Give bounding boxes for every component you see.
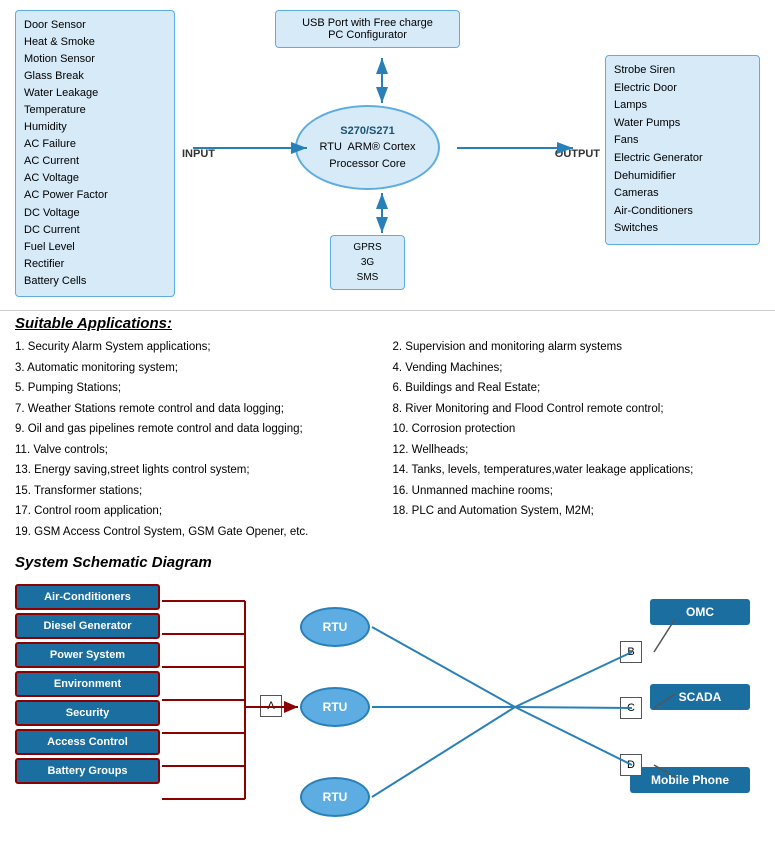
output-item: Electric Generator bbox=[614, 150, 751, 168]
output-item: Air-Conditioners bbox=[614, 203, 751, 221]
schematic-left-box: Diesel Generator bbox=[15, 613, 160, 639]
left-boxes-group: Air-Conditioners Diesel Generator Power Sy… bbox=[15, 584, 160, 784]
app-item: 1. Security Alarm System applications; bbox=[15, 338, 383, 358]
rtu-top: RTU bbox=[300, 607, 370, 647]
app-item: 9. Oil and gas pipelines remote control … bbox=[15, 420, 383, 440]
input-item: Water Leakage bbox=[24, 85, 166, 102]
input-item: AC Power Factor bbox=[24, 187, 166, 204]
top-block-diagram: Door SensorHeat & SmokeMotion SensorGlas… bbox=[0, 0, 775, 310]
app-item: 5. Pumping Stations; bbox=[15, 379, 383, 399]
input-item: AC Failure bbox=[24, 136, 166, 153]
input-item: Humidity bbox=[24, 119, 166, 136]
usb-label: USB Port with Free chargePC Configurator bbox=[302, 17, 433, 41]
comm-box: GPRS3GSMS bbox=[330, 235, 405, 290]
app-item: 4. Vending Machines; bbox=[393, 359, 761, 379]
output-box: Strobe SirenElectric DoorLampsWater Pump… bbox=[605, 55, 760, 245]
output-item: Fans bbox=[614, 132, 751, 150]
input-item: Door Sensor bbox=[24, 17, 166, 34]
app-item: 14. Tanks, levels, temperatures,water le… bbox=[393, 461, 761, 481]
schematic-heading: System Schematic Diagram bbox=[15, 554, 760, 571]
app-item: 19. GSM Access Control System, GSM Gate … bbox=[15, 523, 383, 543]
schematic-left-box: Power System bbox=[15, 642, 160, 668]
rtu-top-label: RTU bbox=[323, 620, 348, 634]
rtu-title: S270/S271 bbox=[340, 123, 394, 140]
output-label: OUTPUT bbox=[555, 148, 600, 160]
box-a: A bbox=[260, 695, 282, 717]
scada-box: SCADA bbox=[650, 684, 750, 710]
mobile-box: Mobile Phone bbox=[630, 767, 750, 793]
comm-item: 3G bbox=[337, 255, 398, 270]
rtu-middle: RTU bbox=[300, 687, 370, 727]
input-item: Glass Break bbox=[24, 68, 166, 85]
app-item: 3. Automatic monitoring system; bbox=[15, 359, 383, 379]
app-item: 12. Wellheads; bbox=[393, 441, 761, 461]
rtu-bottom-label: RTU bbox=[323, 790, 348, 804]
usb-box: USB Port with Free chargePC Configurator bbox=[275, 10, 460, 48]
schematic-diagram: Air-Conditioners Diesel Generator Power Sy… bbox=[15, 579, 760, 844]
app-item: 2. Supervision and monitoring alarm syst… bbox=[393, 338, 761, 358]
output-item: Electric Door bbox=[614, 80, 751, 98]
box-b: B bbox=[620, 641, 642, 663]
app-item: 10. Corrosion protection bbox=[393, 420, 761, 440]
input-item: AC Current bbox=[24, 153, 166, 170]
app-item: 7. Weather Stations remote control and d… bbox=[15, 400, 383, 420]
output-item: Lamps bbox=[614, 97, 751, 115]
input-item: Battery Cells bbox=[24, 273, 166, 290]
schematic-left-box: Security bbox=[15, 700, 160, 726]
input-item: DC Current bbox=[24, 222, 166, 239]
applications-grid: 1. Security Alarm System applications; 2.… bbox=[15, 338, 760, 542]
app-item: 6. Buildings and Real Estate; bbox=[393, 379, 761, 399]
input-item: DC Voltage bbox=[24, 205, 166, 222]
input-item: Fuel Level bbox=[24, 239, 166, 256]
output-item: Dehumidifier bbox=[614, 168, 751, 186]
comm-item: SMS bbox=[337, 270, 398, 285]
app-item: 8. River Monitoring and Flood Control re… bbox=[393, 400, 761, 420]
rtu-bottom: RTU bbox=[300, 777, 370, 817]
app-item: 17. Control room application; bbox=[15, 502, 383, 522]
box-d: D bbox=[620, 754, 642, 776]
input-item: Temperature bbox=[24, 102, 166, 119]
rtu-subtitle: RTU ARM® CortexProcessor Core bbox=[320, 139, 416, 172]
app-item: 13. Energy saving,street lights control … bbox=[15, 461, 383, 481]
app-item: 11. Valve controls; bbox=[15, 441, 383, 461]
app-item: 16. Unmanned machine rooms; bbox=[393, 482, 761, 502]
input-item: AC Voltage bbox=[24, 170, 166, 187]
rtu-ellipse: S270/S271 RTU ARM® CortexProcessor Core bbox=[295, 105, 440, 190]
output-item: Water Pumps bbox=[614, 115, 751, 133]
comm-item: GPRS bbox=[337, 240, 398, 255]
applications-section: Suitable Applications: 1. Security Alarm… bbox=[0, 310, 775, 548]
input-item: Motion Sensor bbox=[24, 51, 166, 68]
box-c: C bbox=[620, 697, 642, 719]
input-label: INPUT bbox=[182, 148, 215, 160]
output-item: Cameras bbox=[614, 185, 751, 203]
schematic-left-box: Environment bbox=[15, 671, 160, 697]
applications-heading: Suitable Applications: bbox=[15, 315, 760, 332]
input-item: Rectifier bbox=[24, 256, 166, 273]
rtu-middle-label: RTU bbox=[323, 700, 348, 714]
output-item: Strobe Siren bbox=[614, 62, 751, 80]
input-box: Door SensorHeat & SmokeMotion SensorGlas… bbox=[15, 10, 175, 297]
app-item: 15. Transformer stations; bbox=[15, 482, 383, 502]
schematic-left-box: Battery Groups bbox=[15, 758, 160, 784]
app-item: 18. PLC and Automation System, M2M; bbox=[393, 502, 761, 522]
schematic-left-box: Air-Conditioners bbox=[15, 584, 160, 610]
omc-box: OMC bbox=[650, 599, 750, 625]
output-item: Switches bbox=[614, 220, 751, 238]
input-item: Heat & Smoke bbox=[24, 34, 166, 51]
schematic-left-box: Access Control bbox=[15, 729, 160, 755]
schematic-section: System Schematic Diagram Air-Conditioner… bbox=[0, 548, 775, 854]
